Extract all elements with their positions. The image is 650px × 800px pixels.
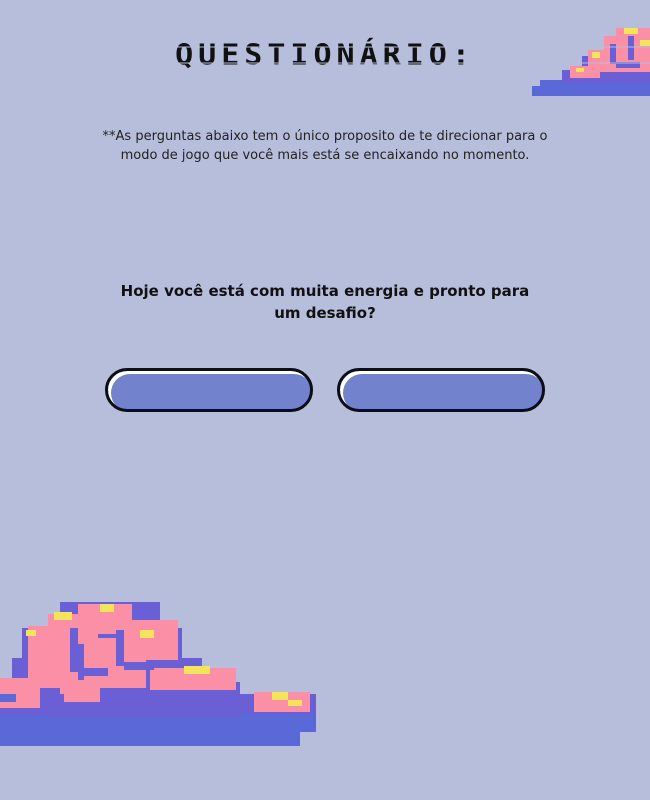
intro-disclaimer: **As perguntas abaixo tem o único propos… xyxy=(102,129,548,163)
quiz-question: Hoje você está com muita energia e pront… xyxy=(120,282,530,322)
cloud-bottom-icon xyxy=(0,602,316,746)
page-title-text: Questionário: xyxy=(175,38,475,73)
page-title: Questionário: xyxy=(0,38,650,73)
answer-button-1[interactable] xyxy=(105,368,313,412)
answer-button-2[interactable] xyxy=(337,368,545,412)
